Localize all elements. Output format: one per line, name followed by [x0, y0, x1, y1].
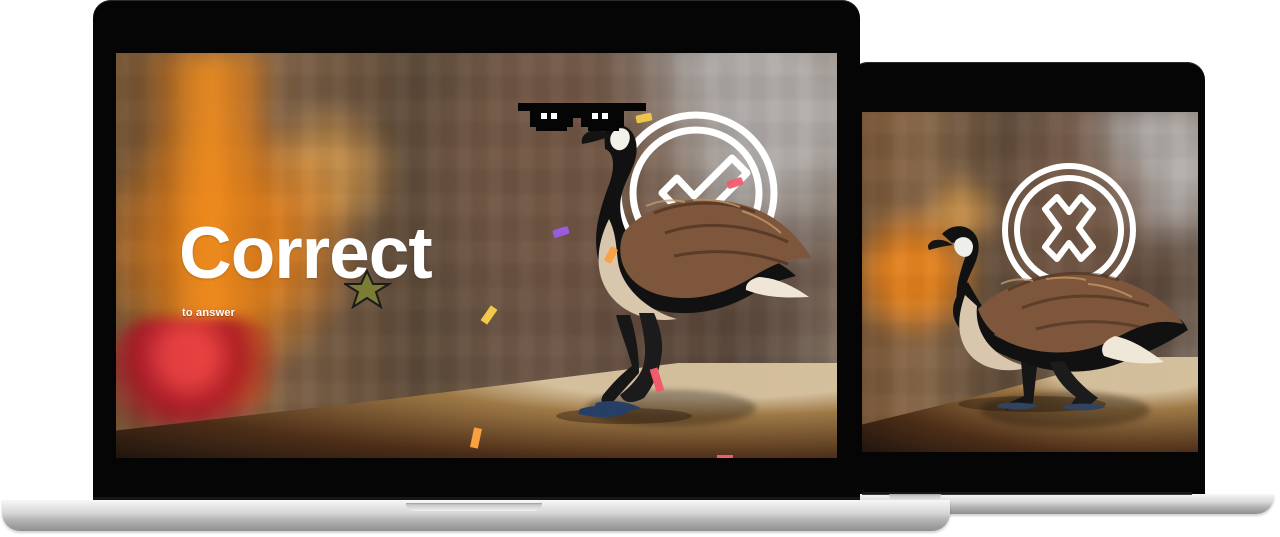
- promo-stage: Correct to answer: [0, 0, 1280, 537]
- left-laptop-hinge: [93, 497, 860, 500]
- left-red-blur-object: [116, 318, 289, 428]
- result-subtitle: to answer: [182, 307, 236, 319]
- star-icon: [344, 269, 392, 309]
- left-result-screen: Correct to answer: [116, 53, 837, 458]
- left-laptop: Correct to answer: [2, 0, 950, 537]
- pixel-sunglasses-icon: [518, 100, 646, 134]
- result-title: Correct: [179, 213, 433, 294]
- confetti-icon: [468, 301, 837, 458]
- left-laptop-notch: [406, 503, 542, 511]
